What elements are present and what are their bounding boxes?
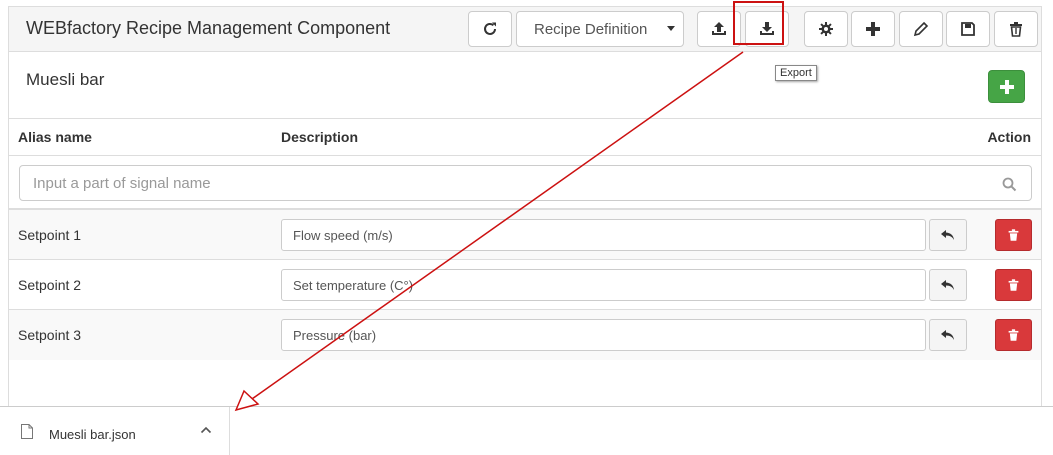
export-highlight-box	[733, 1, 784, 45]
view-select-value: Recipe Definition	[534, 21, 648, 38]
caret-down-icon	[667, 26, 675, 31]
table-header: Alias name Description Action	[9, 118, 1041, 156]
description-input[interactable]: Pressure (bar)	[281, 319, 926, 351]
description-value: Flow speed (m/s)	[293, 228, 393, 243]
filter-row: Input a part of signal name	[9, 156, 1041, 210]
alias-name: Setpoint 3	[18, 327, 82, 343]
delete-row-button[interactable]	[995, 319, 1032, 351]
recipe-name: Muesli bar	[26, 70, 105, 89]
downloaded-file-item[interactable]: Muesli bar.json	[0, 407, 230, 455]
description-value: Pressure (bar)	[293, 328, 377, 343]
pencil-icon	[913, 21, 929, 37]
export-tooltip: Export	[775, 65, 817, 81]
table-row: Setpoint 1 Flow speed (m/s)	[9, 210, 1041, 260]
reply-icon	[941, 280, 954, 290]
download-bar: Muesli bar.json	[0, 406, 1053, 455]
delete-row-button[interactable]	[995, 269, 1032, 301]
toolbar: WEBfactory Recipe Management Component R…	[9, 7, 1041, 52]
add-signal-button[interactable]	[988, 70, 1025, 103]
save-button[interactable]	[946, 11, 990, 47]
app-title: WEBfactory Recipe Management Component	[26, 18, 391, 38]
delete-recipe-button[interactable]	[994, 11, 1038, 47]
view-select[interactable]: Recipe Definition	[516, 11, 684, 47]
downloaded-file-name: Muesli bar.json	[49, 427, 136, 442]
alias-name: Setpoint 1	[18, 227, 82, 243]
alias-name: Setpoint 2	[18, 277, 82, 293]
search-icon	[1002, 177, 1017, 192]
settings-button[interactable]	[804, 11, 848, 47]
trash-icon	[1008, 279, 1019, 291]
gear-icon	[819, 22, 833, 36]
column-header-action: Action	[987, 129, 1031, 145]
table-row: Setpoint 3 Pressure (bar)	[9, 310, 1041, 360]
delete-row-button[interactable]	[995, 219, 1032, 251]
trash-icon	[1008, 329, 1019, 341]
description-value: Set temperature (C°)	[293, 278, 414, 293]
refresh-icon	[484, 22, 496, 35]
plus-icon	[866, 22, 880, 36]
filter-placeholder: Input a part of signal name	[33, 175, 211, 192]
refresh-button[interactable]	[468, 11, 512, 47]
description-input[interactable]: Flow speed (m/s)	[281, 219, 926, 251]
signal-filter-input[interactable]: Input a part of signal name	[19, 165, 1032, 201]
upload-icon	[712, 22, 726, 35]
chevron-up-icon[interactable]	[200, 425, 212, 435]
revert-button[interactable]	[929, 269, 967, 301]
trash-icon	[1010, 22, 1022, 37]
revert-button[interactable]	[929, 319, 967, 351]
table-row: Setpoint 2 Set temperature (C°)	[9, 260, 1041, 310]
column-header-description: Description	[281, 129, 359, 145]
edit-button[interactable]	[899, 11, 943, 47]
floppy-icon	[961, 22, 975, 36]
trash-icon	[1008, 229, 1019, 241]
description-input[interactable]: Set temperature (C°)	[281, 269, 926, 301]
reply-icon	[941, 230, 954, 240]
add-button[interactable]	[851, 11, 895, 47]
recipe-management-panel: WEBfactory Recipe Management Component R…	[8, 6, 1042, 406]
reply-icon	[941, 330, 954, 340]
column-header-alias: Alias name	[18, 129, 92, 145]
revert-button[interactable]	[929, 219, 967, 251]
file-icon	[21, 424, 33, 439]
plus-icon	[999, 79, 1014, 94]
